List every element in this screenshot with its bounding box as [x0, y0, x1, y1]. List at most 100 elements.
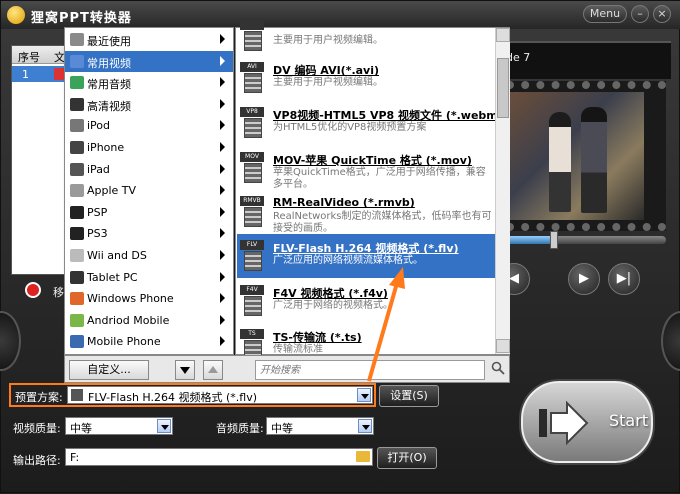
move-down-button[interactable] — [175, 360, 195, 380]
category-item[interactable]: 常用音频 — [65, 72, 233, 93]
category-item[interactable]: Windows Phone — [65, 288, 233, 309]
preview-panel: de 7 ◀ ▶ ▶| — [498, 41, 671, 341]
ppt-file-icon — [54, 68, 64, 80]
seek-bar-fill — [506, 236, 554, 244]
next-button[interactable]: ▶| — [608, 263, 640, 295]
preset-label: 预置方案: — [15, 391, 63, 404]
category-item[interactable]: Tablet PC — [65, 267, 233, 288]
category-item[interactable]: iPod — [65, 115, 233, 136]
category-item[interactable]: 常用视频 — [65, 50, 233, 72]
output-path-field[interactable]: F: — [65, 448, 373, 466]
audio-quality-label: 音频质量: — [216, 422, 264, 435]
menu-button[interactable]: Menu — [583, 5, 627, 23]
category-label: PS3 — [87, 227, 108, 241]
format-description: 广泛用于网络的视频格式。 — [273, 300, 393, 311]
format-item[interactable]: F4V F4V 视频格式 (*.f4v) 广泛用于网络的视频格式。 — [237, 279, 495, 323]
category-item[interactable]: iPhone — [65, 137, 233, 158]
minimize-button[interactable]: – — [631, 5, 649, 23]
category-item[interactable]: 最近使用 — [65, 29, 233, 50]
move-up-button[interactable] — [203, 360, 223, 380]
seek-bar[interactable] — [506, 236, 666, 244]
submenu-arrow-icon — [220, 271, 225, 282]
film-strip — [506, 81, 666, 231]
format-item[interactable]: MOV MOV-苹果 QuickTime 格式 (*.mov) 苹果QuickTim… — [237, 146, 495, 190]
submenu-arrow-icon — [220, 206, 225, 217]
search-input[interactable] — [260, 363, 480, 378]
format-description: RealNetworks制定的流媒体格式，低码率也有可接受的画质。 — [273, 211, 492, 234]
scroll-thumb[interactable] — [497, 58, 509, 118]
category-menu[interactable]: 最近使用 常用视频常用音频高清视频 iPod iPhone iPad Apple TV PS… — [64, 27, 234, 355]
menu-toolbar: 自定义... — [64, 355, 510, 383]
start-button[interactable]: Start — [521, 381, 653, 463]
format-item[interactable]: VP8 VP8视频-HTML5 VP8 视频文件 (*.webm) 为HTML5优化… — [237, 101, 503, 145]
category-label: PSP — [87, 205, 108, 219]
format-tag: MOV — [240, 152, 264, 162]
previous-icon: ◀ — [509, 271, 519, 286]
submenu-arrow-icon — [220, 98, 225, 109]
category-item[interactable]: Wii and DS — [65, 245, 233, 266]
submenu-arrow-icon — [220, 336, 225, 347]
start-label: Start — [609, 411, 649, 430]
delete-icon[interactable] — [25, 282, 41, 298]
preview-person-left — [549, 112, 571, 212]
chevron-down-icon[interactable] — [157, 419, 171, 433]
format-title: DV 编码 AVI(*.avi) — [273, 64, 380, 77]
audio-quality-value: 中等 — [271, 422, 293, 435]
film-icon — [244, 73, 262, 93]
scroll-down-arrow-icon[interactable] — [496, 339, 510, 353]
close-button[interactable]: × — [653, 5, 671, 23]
category-item[interactable]: Andriod Mobile — [65, 310, 233, 331]
format-tag: FLV — [240, 240, 264, 250]
preset-select[interactable]: FLV-Flash H.264 视频格式 (*.flv) — [67, 386, 373, 404]
chevron-down-icon[interactable] — [358, 419, 372, 433]
format-item[interactable]: RMVB RM-RealVideo (*.rmvb) RealNetworks制定的… — [237, 190, 495, 234]
category-label: Tablet PC — [87, 270, 138, 284]
format-description: 为HTML5优化的VP8视频预置方案 — [273, 122, 427, 133]
delete-label[interactable]: 移 — [53, 284, 64, 300]
category-label: 常用音频 — [87, 78, 131, 92]
submenu-arrow-icon — [220, 314, 225, 325]
video-format-icon: F4V — [240, 285, 264, 317]
format-item[interactable]: AVI DV 编码 AVI(*.avi) 主要用于用户视频编辑。 — [237, 56, 495, 100]
settings-button[interactable]: 设置(S) — [379, 385, 439, 407]
file-list[interactable]: 序号 文 1 — [11, 45, 66, 275]
film-icon — [70, 54, 84, 68]
play-button[interactable]: ▶ — [568, 263, 600, 295]
format-item[interactable]: 主要用于用户视频编辑。 — [237, 14, 495, 58]
row-index: 1 — [22, 68, 29, 81]
video-format-icon: MOV — [240, 152, 264, 184]
output-path-label: 输出路径: — [13, 454, 61, 467]
search-icon[interactable] — [491, 361, 505, 375]
open-button[interactable]: 打开(O) — [377, 447, 437, 469]
search-box[interactable] — [255, 360, 485, 380]
file-list-row[interactable]: 1 — [12, 66, 66, 82]
category-item[interactable]: iPad — [65, 159, 233, 180]
category-item[interactable]: Mobile Phone — [65, 331, 233, 352]
format-description: 广泛应用的网络视频流媒体格式。 — [273, 255, 423, 266]
tablet-icon — [70, 270, 84, 284]
format-item[interactable]: FLV FLV-Flash H.264 视频格式 (*.flv) 广泛应用的网络视频… — [237, 234, 495, 278]
category-item[interactable]: PS3 — [65, 223, 233, 244]
custom-button[interactable]: 自定义... — [69, 360, 149, 380]
clock-icon — [70, 33, 84, 46]
submenu-arrow-icon — [220, 293, 225, 304]
video-quality-select[interactable]: 中等 — [65, 417, 173, 435]
chevron-down-icon[interactable] — [357, 388, 371, 402]
folder-icon[interactable] — [356, 451, 370, 462]
seek-thumb[interactable] — [550, 231, 558, 249]
scroll-up-arrow-icon[interactable] — [496, 28, 510, 42]
category-label: Andriod Mobile — [87, 313, 170, 327]
format-menu[interactable]: 主要用于用户视频编辑。 AVI DV 编码 AVI(*.avi) 主要用于用户视频编辑… — [235, 20, 510, 360]
category-item[interactable]: 高清视频 — [65, 94, 233, 115]
column-header-index[interactable]: 序号 — [18, 49, 40, 65]
hd-icon — [70, 97, 84, 111]
start-arrow-icon — [539, 400, 589, 446]
submenu-arrow-icon — [220, 55, 225, 66]
film-icon — [244, 296, 262, 316]
category-item[interactable]: PSP — [65, 202, 233, 223]
format-scrollbar[interactable] — [495, 28, 510, 354]
audio-quality-select[interactable]: 中等 — [266, 417, 374, 435]
category-item[interactable]: Apple TV — [65, 180, 233, 201]
format-tag: AVI — [240, 62, 264, 72]
preview-person-right — [581, 107, 607, 213]
